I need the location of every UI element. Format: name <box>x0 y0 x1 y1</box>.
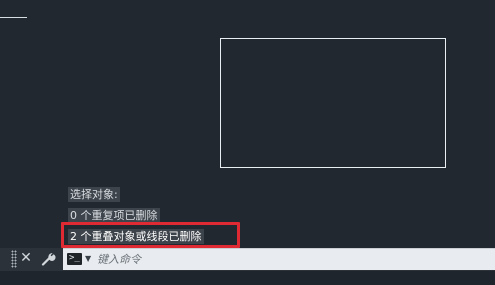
close-icon[interactable]: ✕ <box>19 249 33 267</box>
wrench-icon[interactable] <box>41 251 56 266</box>
command-input-box[interactable]: >_ ▼ <box>63 248 495 270</box>
history-line-duplicates-deleted: 0 个重复项已删除 <box>68 208 160 223</box>
command-input[interactable] <box>97 250 477 269</box>
rectangle-object[interactable] <box>220 38 446 168</box>
status-strip <box>0 271 495 285</box>
command-prompt-icon[interactable]: >_ <box>67 253 82 265</box>
highlight-frame <box>61 222 240 248</box>
chevron-down-icon[interactable]: ▼ <box>85 253 94 265</box>
grip-icon[interactable] <box>11 250 17 268</box>
history-line-select-objects: 选择对象: <box>68 187 120 202</box>
line-segment[interactable] <box>0 17 27 18</box>
